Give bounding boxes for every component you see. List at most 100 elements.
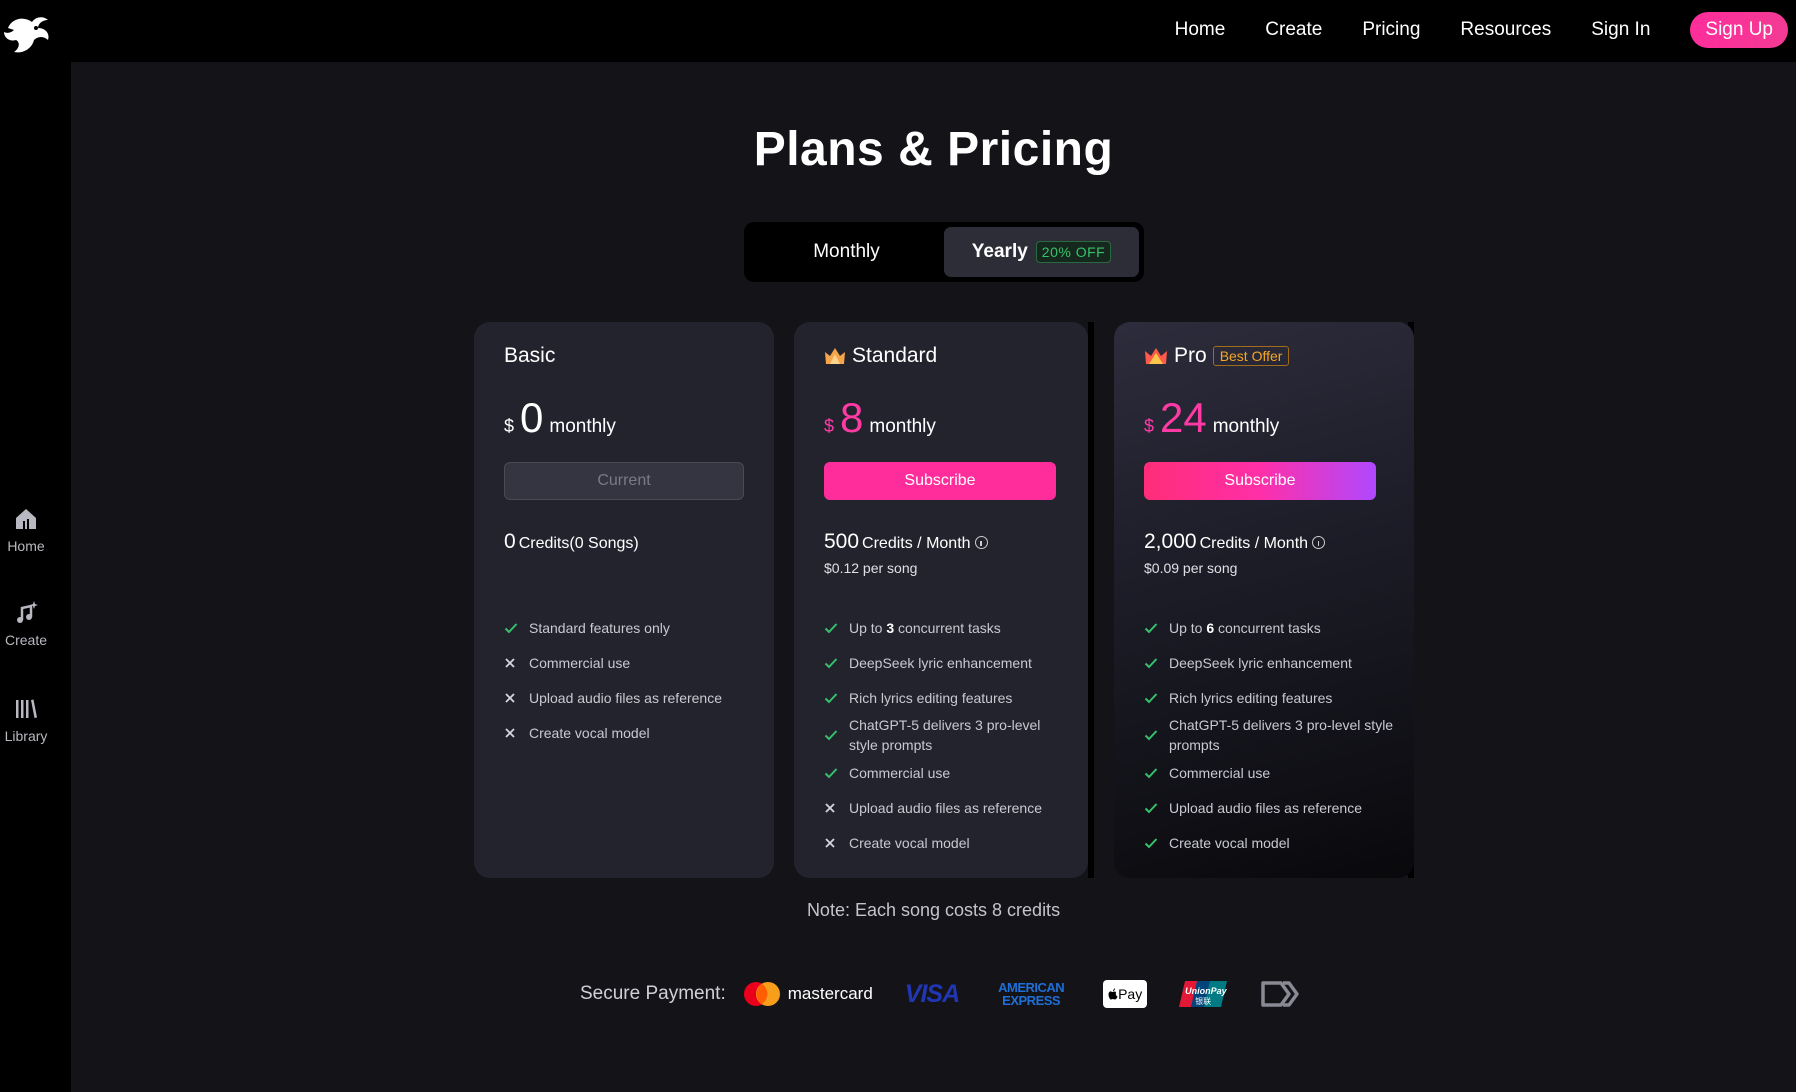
- feature-item: Upload audio files as reference: [824, 790, 1068, 825]
- tab-monthly[interactable]: Monthly: [749, 227, 944, 277]
- included-mark: [1144, 729, 1169, 741]
- feature-text: Standard features only: [529, 619, 670, 636]
- credits-amount: 2,000: [1144, 530, 1197, 553]
- feature-item: Create vocal model: [504, 715, 754, 750]
- feature-text: Up to 6 concurrent tasks: [1169, 618, 1321, 638]
- check-icon: [824, 767, 838, 778]
- excluded-mark: [504, 657, 529, 669]
- price-amount: 0: [520, 394, 544, 441]
- feature-text-bold: 6: [1206, 619, 1215, 636]
- plan-header: Standard: [824, 344, 937, 368]
- included-mark: [824, 729, 849, 741]
- amex-logo: AMERICAN EXPRESS: [998, 980, 1065, 1008]
- tab-yearly[interactable]: Yearly 20% OFF: [944, 227, 1139, 277]
- feature-item: Standard features only: [504, 610, 754, 645]
- feature-item: Create vocal model: [824, 825, 1068, 860]
- plan-name: Pro: [1174, 344, 1207, 367]
- sidebar-item-create[interactable]: Create: [0, 600, 52, 648]
- price-currency: $: [1144, 416, 1155, 436]
- included-mark: [1144, 837, 1169, 849]
- price-amount: 24: [1160, 394, 1207, 441]
- credits-amount: 0: [504, 530, 516, 553]
- included-mark: [824, 692, 849, 704]
- feature-list: Standard features only Commercial use Uplo…: [504, 610, 754, 750]
- feature-item: Create vocal model: [1144, 825, 1394, 860]
- sidebar-item-label: Library: [4, 728, 48, 744]
- info-icon[interactable]: [974, 536, 988, 549]
- excluded-mark: [504, 727, 529, 739]
- credits-label: Credits / Month: [1199, 535, 1309, 552]
- feature-text: Create vocal model: [529, 724, 650, 741]
- payment-methods: Secure Payment: mastercard VISA AMERICAN…: [580, 976, 1333, 1012]
- home-icon: [16, 509, 36, 529]
- feature-list: Up to 3 concurrent tasks DeepSeek lyric e…: [824, 610, 1068, 860]
- feature-text-pre: Up to: [1169, 619, 1207, 636]
- feature-text: Upload audio files as reference: [849, 799, 1043, 816]
- plan-credits: 0 Credits(0 Songs): [504, 530, 639, 554]
- price-period: monthly: [1212, 416, 1280, 437]
- included-mark: [1144, 802, 1169, 814]
- logo-icon[interactable]: [2, 14, 54, 58]
- credits-amount: 500: [824, 530, 860, 553]
- plan-price: $ 24 monthly: [1144, 394, 1279, 442]
- cross-icon: [505, 727, 515, 738]
- apple-pay-text: Pay: [1118, 986, 1143, 1002]
- nav-pricing[interactable]: Pricing: [1362, 19, 1420, 41]
- included-mark: [1144, 767, 1169, 779]
- sidebar-item-label: Create: [4, 632, 48, 648]
- feature-item: DeepSeek lyric enhancement: [824, 645, 1068, 680]
- plan-header: Pro Best Offer: [1144, 344, 1290, 368]
- crown-icon: [1145, 348, 1167, 364]
- plan-credits: 500 Credits / Month: [824, 530, 988, 554]
- feature-text: Commercial use: [529, 654, 631, 671]
- excluded-mark: [824, 802, 849, 814]
- subscribe-button[interactable]: Subscribe: [1144, 462, 1376, 500]
- mastercard-text: mastercard: [787, 984, 873, 1003]
- feature-text: Up to 3 concurrent tasks: [849, 618, 1001, 638]
- check-icon: [824, 730, 838, 741]
- current-plan-button[interactable]: Current: [504, 462, 744, 500]
- visa-logo: VISA: [904, 979, 960, 1008]
- feature-text: Rich lyrics editing features: [849, 689, 1013, 706]
- nav-resources[interactable]: Resources: [1460, 19, 1551, 41]
- check-icon: [1144, 692, 1158, 703]
- price-period: monthly: [869, 416, 936, 437]
- sidebar-item-library[interactable]: Library: [0, 696, 52, 744]
- feature-item: Commercial use: [1144, 755, 1394, 790]
- mastercard-logo: mastercard: [742, 980, 873, 1008]
- sign-up-button[interactable]: Sign Up: [1690, 12, 1788, 48]
- billing-toggle: Monthly Yearly 20% OFF: [744, 222, 1144, 282]
- cross-icon: [505, 657, 515, 668]
- tab-yearly-label: Yearly: [971, 241, 1028, 262]
- check-icon: [1144, 622, 1158, 633]
- nav-create[interactable]: Create: [1265, 19, 1322, 41]
- check-icon: [1144, 730, 1158, 741]
- excluded-mark: [824, 837, 849, 849]
- feature-text: DeepSeek lyric enhancement: [849, 654, 1032, 671]
- unionpay-text: UnionPay: [1185, 986, 1227, 996]
- nav-sign-in[interactable]: Sign In: [1591, 19, 1650, 41]
- plan-price: $ 0 monthly: [504, 394, 616, 442]
- included-mark: [504, 622, 529, 634]
- feature-item: ChatGPT-5 delivers 3 pro-level style pro…: [824, 715, 1068, 755]
- feature-text-bold: 3: [886, 619, 895, 636]
- included-mark: [1144, 622, 1169, 634]
- check-icon: [1144, 767, 1158, 778]
- credits-label: Credits / Month: [862, 535, 971, 552]
- subscribe-button[interactable]: Subscribe: [824, 462, 1056, 500]
- sidebar-item-home[interactable]: Home: [0, 506, 52, 554]
- nav-home[interactable]: Home: [1175, 19, 1226, 41]
- check-icon: [1144, 837, 1158, 848]
- info-icon[interactable]: [1312, 536, 1326, 549]
- feature-list: Up to 6 concurrent tasks DeepSeek lyric e…: [1144, 610, 1394, 860]
- best-offer-badge: Best Offer: [1212, 346, 1290, 366]
- feature-item: Upload audio files as reference: [504, 680, 754, 715]
- excluded-mark: [504, 692, 529, 704]
- check-icon: [504, 622, 518, 633]
- feature-item: Commercial use: [824, 755, 1068, 790]
- feature-item: Up to 3 concurrent tasks: [824, 610, 1068, 645]
- check-icon: [824, 622, 838, 633]
- library-icon: [16, 699, 37, 718]
- plan-card-pro: Pro Best Offer $ 24 monthly Subscribe 2,…: [1114, 322, 1414, 878]
- plan-header: Basic: [504, 344, 555, 368]
